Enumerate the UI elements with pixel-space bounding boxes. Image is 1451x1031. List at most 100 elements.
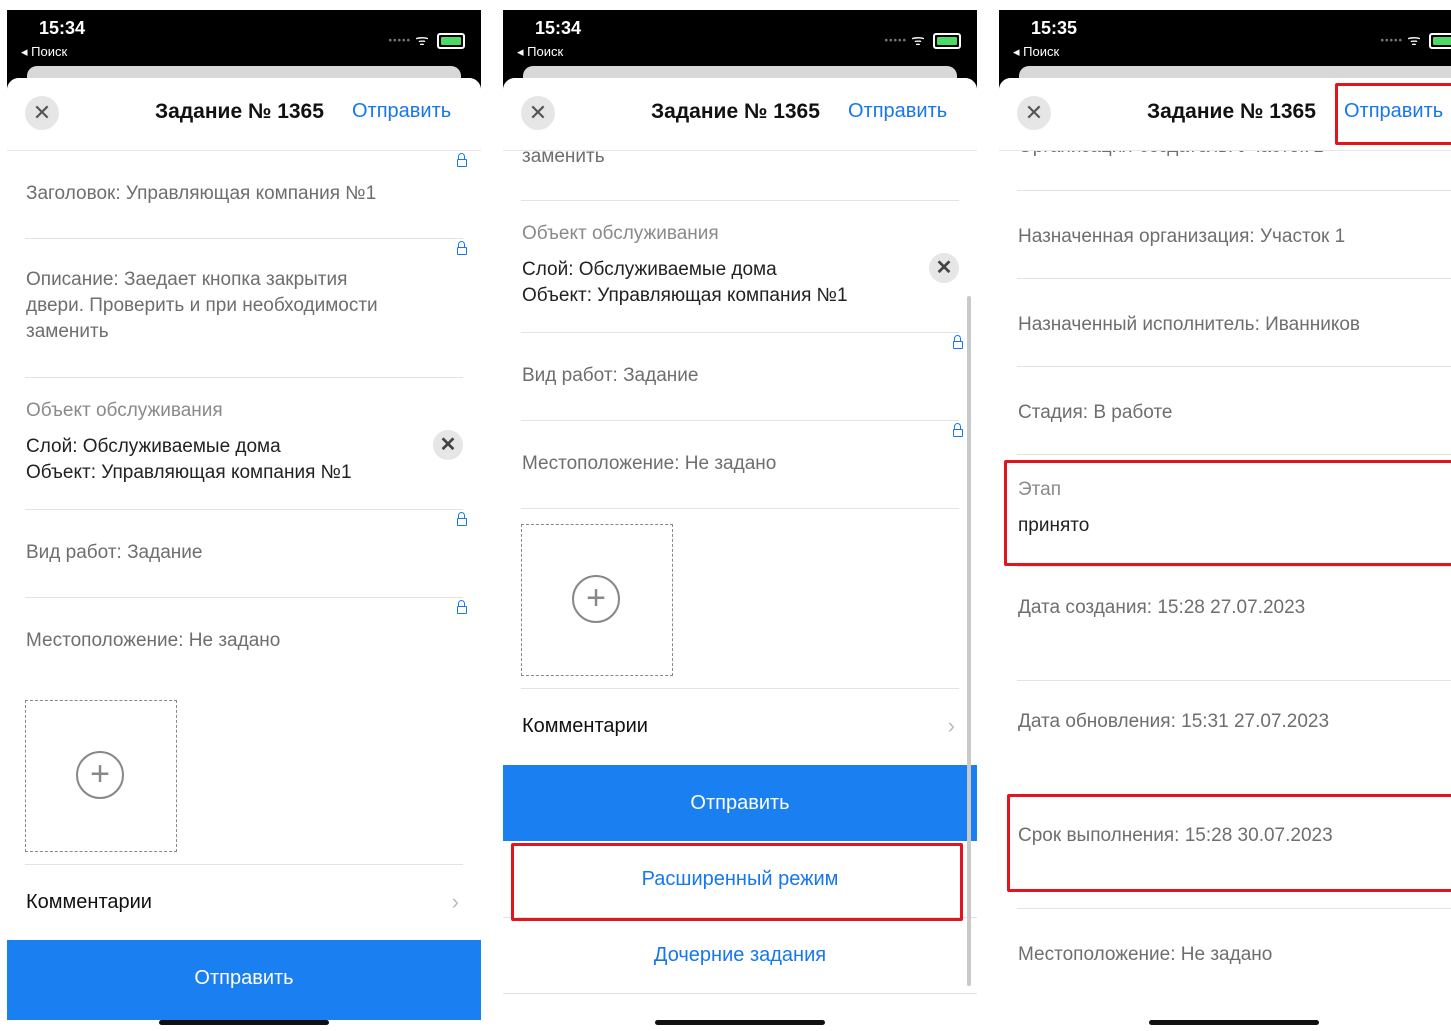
comments-row[interactable]: Комментарии › <box>521 688 959 765</box>
assigned-executor-text: Назначенный исполнитель: Иванников <box>1018 314 1361 335</box>
lock-icon <box>953 423 963 437</box>
highlight-deadline <box>1007 794 1451 892</box>
object-layer: Слой: Обслуживаемые дома <box>26 436 281 457</box>
page-title: Задание № 1365 <box>155 100 324 123</box>
add-photo-button[interactable]: + <box>521 524 673 676</box>
page-title: Задание № 1365 <box>1147 100 1316 123</box>
chevron-right-icon: › <box>451 889 459 914</box>
send-nav-button[interactable]: Отправить <box>352 100 451 123</box>
page-title: Задание № 1365 <box>651 100 820 123</box>
comments-label: Комментарии <box>522 715 648 737</box>
add-photo-button[interactable]: + <box>25 700 177 852</box>
lock-icon <box>953 335 963 349</box>
lock-icon <box>457 512 467 526</box>
work-type-field[interactable]: Вид работ: Задание <box>521 332 963 421</box>
child-tasks-button[interactable]: Дочерние задания <box>503 917 977 994</box>
nav-bar: ✕ Задание № 1365 Отправить <box>503 78 977 151</box>
assigned-org-text: Назначенная организация: Участок 1 <box>1018 226 1346 247</box>
location-field[interactable]: Местоположение: Не задано <box>521 420 963 509</box>
service-object-field[interactable]: Объект обслуживания Слой: Обслуживаемые … <box>25 377 463 510</box>
nav-bar: ✕ Задание № 1365 Отправить <box>7 78 481 151</box>
status-bar: 15:34 ◂ Поиск ••••• ᯤ <box>7 10 481 70</box>
scrollbar[interactable] <box>967 296 971 986</box>
battery-icon <box>437 33 465 50</box>
back-to-search-link[interactable]: ◂ Поиск <box>517 44 563 60</box>
send-button[interactable]: Отправить <box>7 940 481 1020</box>
lock-icon <box>457 600 467 614</box>
location-text: Местоположение: Не задано <box>522 453 777 474</box>
phone-screen-3: 15:35 ◂ Поиск ••••• ᯤ ✕ Задание № 1365 О… <box>999 10 1451 1031</box>
location-text: Местоположение: Не задано <box>1018 944 1273 965</box>
created-date-field: Дата создания: 15:28 27.07.2023 <box>1017 566 1451 681</box>
home-indicator <box>1149 1020 1319 1025</box>
object-layer: Слой: Обслуживаемые дома <box>522 259 777 280</box>
back-to-search-link[interactable]: ◂ Поиск <box>21 44 67 60</box>
wifi-icon: ᯤ <box>911 32 925 49</box>
service-object-field[interactable]: Объект обслуживания Слой: Обслуживаемые … <box>521 200 959 333</box>
status-bar: 15:34 ◂ Поиск ••••• ᯤ <box>503 10 977 70</box>
comments-row[interactable]: Комментарии › <box>25 864 463 941</box>
clear-object-button[interactable]: ✕ <box>929 253 959 283</box>
description-tail: заменить <box>522 150 605 167</box>
close-button[interactable]: ✕ <box>25 96 59 130</box>
title-field-text: Заголовок: Управляющая компания №1 <box>26 183 377 204</box>
work-type-text: Вид работ: Задание <box>26 542 203 563</box>
wifi-icon: ᯤ <box>415 32 429 49</box>
stage-field[interactable]: Стадия: В работе <box>1017 366 1451 455</box>
task-sheet: ✕ Задание № 1365 Отправить Заголовок: Уп… <box>7 78 481 1031</box>
send-button[interactable]: Отправить <box>503 765 977 841</box>
chevron-right-icon: › <box>947 713 955 738</box>
work-type-text: Вид работ: Задание <box>522 365 699 386</box>
title-field[interactable]: Заголовок: Управляющая компания №1 <box>25 150 467 239</box>
location-field[interactable]: Местоположение: Не задано <box>1017 908 1451 997</box>
close-button[interactable]: ✕ <box>521 96 555 130</box>
signal-icon: ••••• <box>884 35 907 47</box>
description-line-2: двери. Проверить и при необходимости <box>26 295 378 316</box>
signal-icon: ••••• <box>388 35 411 47</box>
location-text: Местоположение: Не задано <box>26 630 281 651</box>
assigned-org-field[interactable]: Назначенная организация: Участок 1 <box>1017 190 1451 279</box>
status-icons: ••••• ᯤ <box>388 30 465 50</box>
lock-icon <box>457 241 467 255</box>
description-line-3: заменить <box>26 321 109 342</box>
status-time: 15:34 <box>535 18 582 38</box>
status-icons: ••••• ᯤ <box>1380 30 1451 50</box>
plus-icon: + <box>76 751 124 799</box>
plus-icon: + <box>572 575 620 623</box>
status-icons: ••••• ᯤ <box>884 30 961 50</box>
lock-icon <box>457 153 467 167</box>
home-indicator <box>159 1020 329 1025</box>
updated-date-text: Дата обновления: 15:31 27.07.2023 <box>1018 711 1330 732</box>
battery-icon <box>1429 33 1451 50</box>
close-button[interactable]: ✕ <box>1017 96 1051 130</box>
clear-object-button[interactable]: ✕ <box>433 430 463 460</box>
phone-screen-1: 15:34 ◂ Поиск ••••• ᯤ ✕ Задание № 1365 О… <box>7 10 481 1031</box>
back-to-search-link[interactable]: ◂ Поиск <box>1013 44 1059 60</box>
home-indicator <box>655 1020 825 1025</box>
status-time: 15:35 <box>1031 18 1078 38</box>
wifi-icon: ᯤ <box>1407 32 1421 49</box>
highlight-send <box>1335 83 1451 145</box>
updated-date-field: Дата обновления: 15:31 27.07.2023 <box>1017 680 1451 795</box>
location-field[interactable]: Местоположение: Не задано <box>25 597 467 686</box>
status-time: 15:34 <box>39 18 86 38</box>
phone-screen-2: 15:34 ◂ Поиск ••••• ᯤ ✕ Задание № 1365 О… <box>503 10 977 1031</box>
assigned-executor-field[interactable]: Назначенный исполнитель: Иванников <box>1017 278 1451 367</box>
battery-icon <box>933 33 961 50</box>
object-name: Объект: Управляющая компания №1 <box>522 285 848 306</box>
highlight-extended-mode <box>511 843 963 921</box>
divider <box>521 508 959 509</box>
object-name: Объект: Управляющая компания №1 <box>26 462 352 483</box>
work-type-field[interactable]: Вид работ: Задание <box>25 509 467 598</box>
description-line-1: Описание: Заедает кнопка закрытия <box>26 269 348 290</box>
send-nav-button[interactable]: Отправить <box>848 100 947 123</box>
service-object-label: Объект обслуживания <box>522 223 719 244</box>
comments-label: Комментарии <box>26 891 152 913</box>
description-field[interactable]: Описание: Заедает кнопка закрытия двери.… <box>25 238 467 378</box>
form-content: Организация-создатель: Участок 1 Назначе… <box>999 150 1451 1031</box>
stage-text: Стадия: В работе <box>1018 402 1173 423</box>
highlight-step <box>1004 460 1451 566</box>
signal-icon: ••••• <box>1380 35 1403 47</box>
form-content: Заголовок: Управляющая компания №1 Описа… <box>7 150 481 1031</box>
created-date-text: Дата создания: 15:28 27.07.2023 <box>1018 597 1306 618</box>
